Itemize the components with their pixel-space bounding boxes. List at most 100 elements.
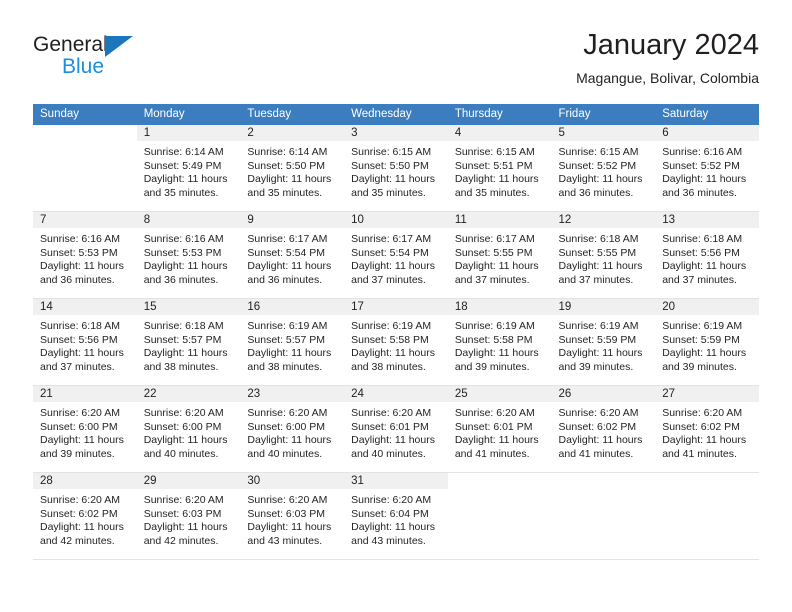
day-cell-inner [33,125,137,211]
weekday-header-friday: Friday [551,104,656,125]
calendar-body: 1 Sunrise: 6:14 AM Sunset: 5:49 PM Daylight… [33,125,759,560]
calendar-day-cell[interactable]: 19 Sunrise: 6:19 AM Sunset: 5:59 PM Dayligh… [551,298,656,386]
daylight-text: Daylight: 11 hours and 37 minutes. [558,260,643,286]
calendar-day-cell[interactable]: 28 Sunrise: 6:20 AM Sunset: 6:02 PM Dayligh… [33,472,137,560]
calendar-day-cell[interactable]: 20 Sunrise: 6:19 AM Sunset: 5:59 PM Dayligh… [655,298,759,386]
day-cell-details: Sunrise: 6:19 AM Sunset: 5:59 PM Daylight:… [655,315,759,374]
calendar-day-cell[interactable]: 3 Sunrise: 6:15 AM Sunset: 5:50 PM Daylight… [344,125,448,212]
calendar-day-cell[interactable]: 7 Sunrise: 6:16 AM Sunset: 5:53 PM Daylight… [33,211,137,299]
calendar-day-cell[interactable]: 29 Sunrise: 6:20 AM Sunset: 6:03 PM Dayligh… [136,472,241,560]
calendar-day-cell[interactable]: 12 Sunrise: 6:18 AM Sunset: 5:55 PM Dayligh… [551,211,656,299]
day-cell-inner: 31 Sunrise: 6:20 AM Sunset: 6:04 PM Dayligh… [344,473,448,559]
calendar-day-cell[interactable]: 11 Sunrise: 6:17 AM Sunset: 5:55 PM Dayligh… [447,211,552,299]
sunrise-text: Sunrise: 6:20 AM [558,407,639,419]
sunset-text: Sunset: 6:00 PM [247,420,326,433]
day-cell-inner: 25 Sunrise: 6:20 AM Sunset: 6:01 PM Dayligh… [447,386,552,472]
day-cell-inner: 17 Sunrise: 6:19 AM Sunset: 5:58 PM Dayligh… [344,299,448,385]
sunset-text: Sunset: 6:03 PM [247,507,326,520]
calendar-day-cell[interactable]: 2 Sunrise: 6:14 AM Sunset: 5:50 PM Daylight… [240,125,345,212]
sunrise-text: Sunrise: 6:15 AM [351,146,432,158]
sunset-text: Sunset: 6:04 PM [351,507,429,520]
day-cell-details: Sunrise: 6:18 AM Sunset: 5:57 PM Daylight:… [137,315,241,374]
sunset-text: Sunset: 5:49 PM [143,159,222,172]
daylight-text: Daylight: 11 hours and 38 minutes. [351,347,435,373]
daylight-text: Daylight: 11 hours and 43 minutes. [351,521,435,547]
calendar-day-cell[interactable]: 17 Sunrise: 6:19 AM Sunset: 5:58 PM Dayligh… [344,298,448,386]
daylight-text: Daylight: 11 hours and 36 minutes. [662,173,747,199]
calendar-day-cell-empty [447,472,552,560]
day-number: 17 [344,299,448,315]
day-number: 1 [136,125,241,141]
day-cell-details: Sunrise: 6:15 AM Sunset: 5:52 PM Daylight:… [552,141,656,200]
sunrise-text: Sunrise: 6:17 AM [351,233,432,245]
sunset-text: Sunset: 5:59 PM [662,333,740,346]
calendar-day-cell[interactable]: 23 Sunrise: 6:20 AM Sunset: 6:00 PM Dayligh… [240,385,345,473]
day-cell-inner: 5 Sunrise: 6:15 AM Sunset: 5:52 PM Daylight… [551,125,656,211]
day-cell-details: Sunrise: 6:14 AM Sunset: 5:50 PM Daylight:… [240,141,344,200]
sunset-text: Sunset: 5:57 PM [247,333,326,346]
day-number: 21 [33,386,137,402]
page-header: General Blue January 2024 Magangue, Boli… [33,28,759,98]
calendar-day-cell[interactable]: 16 Sunrise: 6:19 AM Sunset: 5:57 PM Dayligh… [240,298,345,386]
calendar-day-cell[interactable]: 15 Sunrise: 6:18 AM Sunset: 5:57 PM Dayligh… [136,298,241,386]
day-number: 8 [136,212,241,228]
day-cell-inner: 30 Sunrise: 6:20 AM Sunset: 6:03 PM Dayligh… [240,473,345,559]
sunset-text: Sunset: 5:54 PM [247,246,326,259]
day-cell-inner: 23 Sunrise: 6:20 AM Sunset: 6:00 PM Dayligh… [240,386,345,472]
day-cell-details: Sunrise: 6:20 AM Sunset: 6:00 PM Daylight:… [33,402,137,461]
day-number: 6 [655,125,759,141]
calendar-day-cell[interactable]: 22 Sunrise: 6:20 AM Sunset: 6:00 PM Dayligh… [136,385,241,473]
calendar-table: Sunday Monday Tuesday Wednesday Thursday… [33,104,759,560]
day-cell-details: Sunrise: 6:19 AM Sunset: 5:57 PM Daylight:… [240,315,344,374]
daylight-text: Daylight: 11 hours and 39 minutes. [454,347,539,373]
day-cell-inner: 24 Sunrise: 6:20 AM Sunset: 6:01 PM Dayligh… [344,386,448,472]
day-cell-details: Sunrise: 6:16 AM Sunset: 5:53 PM Daylight:… [33,228,137,287]
triangle-icon [105,36,133,57]
day-cell-details: Sunrise: 6:17 AM Sunset: 5:55 PM Daylight:… [448,228,552,287]
day-number: 7 [33,212,137,228]
calendar-day-cell[interactable]: 4 Sunrise: 6:15 AM Sunset: 5:51 PM Daylight… [447,125,552,212]
sunset-text: Sunset: 5:53 PM [40,246,118,259]
calendar-day-cell[interactable]: 31 Sunrise: 6:20 AM Sunset: 6:04 PM Dayligh… [344,472,448,560]
calendar-day-cell[interactable]: 13 Sunrise: 6:18 AM Sunset: 5:56 PM Dayligh… [655,211,759,299]
sunset-text: Sunset: 6:00 PM [40,420,118,433]
sunrise-text: Sunrise: 6:18 AM [143,320,224,332]
day-cell-inner: 8 Sunrise: 6:16 AM Sunset: 5:53 PM Daylight… [136,212,241,298]
sunset-text: Sunset: 5:57 PM [143,333,222,346]
calendar-day-cell[interactable]: 18 Sunrise: 6:19 AM Sunset: 5:58 PM Dayligh… [447,298,552,386]
day-cell-inner: 22 Sunrise: 6:20 AM Sunset: 6:00 PM Dayligh… [136,386,241,472]
calendar-day-cell[interactable]: 24 Sunrise: 6:20 AM Sunset: 6:01 PM Dayligh… [344,385,448,473]
calendar-week-row: 14 Sunrise: 6:18 AM Sunset: 5:56 PM Dayligh… [33,298,759,386]
weekday-header-monday: Monday [136,104,241,125]
sunrise-text: Sunrise: 6:19 AM [247,320,328,332]
calendar-day-cell[interactable]: 9 Sunrise: 6:17 AM Sunset: 5:54 PM Daylight… [240,211,345,299]
calendar-day-cell[interactable]: 8 Sunrise: 6:16 AM Sunset: 5:53 PM Daylight… [136,211,241,299]
day-cell-inner: 4 Sunrise: 6:15 AM Sunset: 5:51 PM Daylight… [447,125,552,211]
day-cell-inner: 20 Sunrise: 6:19 AM Sunset: 5:59 PM Dayligh… [655,299,759,385]
calendar-day-cell[interactable]: 14 Sunrise: 6:18 AM Sunset: 5:56 PM Dayligh… [33,298,137,386]
calendar-week-row: 28 Sunrise: 6:20 AM Sunset: 6:02 PM Dayligh… [33,472,759,560]
daylight-text: Daylight: 11 hours and 41 minutes. [454,434,539,460]
sunrise-text: Sunrise: 6:20 AM [40,494,120,506]
calendar-day-cell[interactable]: 25 Sunrise: 6:20 AM Sunset: 6:01 PM Dayligh… [447,385,552,473]
day-number: 3 [344,125,448,141]
calendar-day-cell[interactable]: 10 Sunrise: 6:17 AM Sunset: 5:54 PM Dayligh… [344,211,448,299]
sunset-text: Sunset: 5:59 PM [558,333,637,346]
sunset-text: Sunset: 6:02 PM [662,420,740,433]
calendar-day-cell[interactable]: 26 Sunrise: 6:20 AM Sunset: 6:02 PM Dayligh… [551,385,656,473]
sunrise-text: Sunrise: 6:20 AM [143,407,224,419]
day-number: 24 [344,386,448,402]
calendar-day-cell[interactable]: 6 Sunrise: 6:16 AM Sunset: 5:52 PM Daylight… [655,125,759,212]
calendar-day-cell[interactable]: 27 Sunrise: 6:20 AM Sunset: 6:02 PM Dayligh… [655,385,759,473]
calendar-day-cell[interactable]: 30 Sunrise: 6:20 AM Sunset: 6:03 PM Dayligh… [240,472,345,560]
day-cell-details: Sunrise: 6:20 AM Sunset: 6:03 PM Daylight:… [240,489,344,548]
sunrise-text: Sunrise: 6:15 AM [558,146,639,158]
day-number: 2 [240,125,345,141]
calendar-day-cell[interactable]: 21 Sunrise: 6:20 AM Sunset: 6:00 PM Dayligh… [33,385,137,473]
sunrise-text: Sunrise: 6:20 AM [247,407,328,419]
day-number: 26 [551,386,656,402]
sunset-text: Sunset: 5:51 PM [454,159,533,172]
calendar-day-cell[interactable]: 1 Sunrise: 6:14 AM Sunset: 5:49 PM Daylight… [136,125,241,212]
day-cell-details: Sunrise: 6:19 AM Sunset: 5:58 PM Daylight:… [448,315,552,374]
calendar-day-cell[interactable]: 5 Sunrise: 6:15 AM Sunset: 5:52 PM Daylight… [551,125,656,212]
